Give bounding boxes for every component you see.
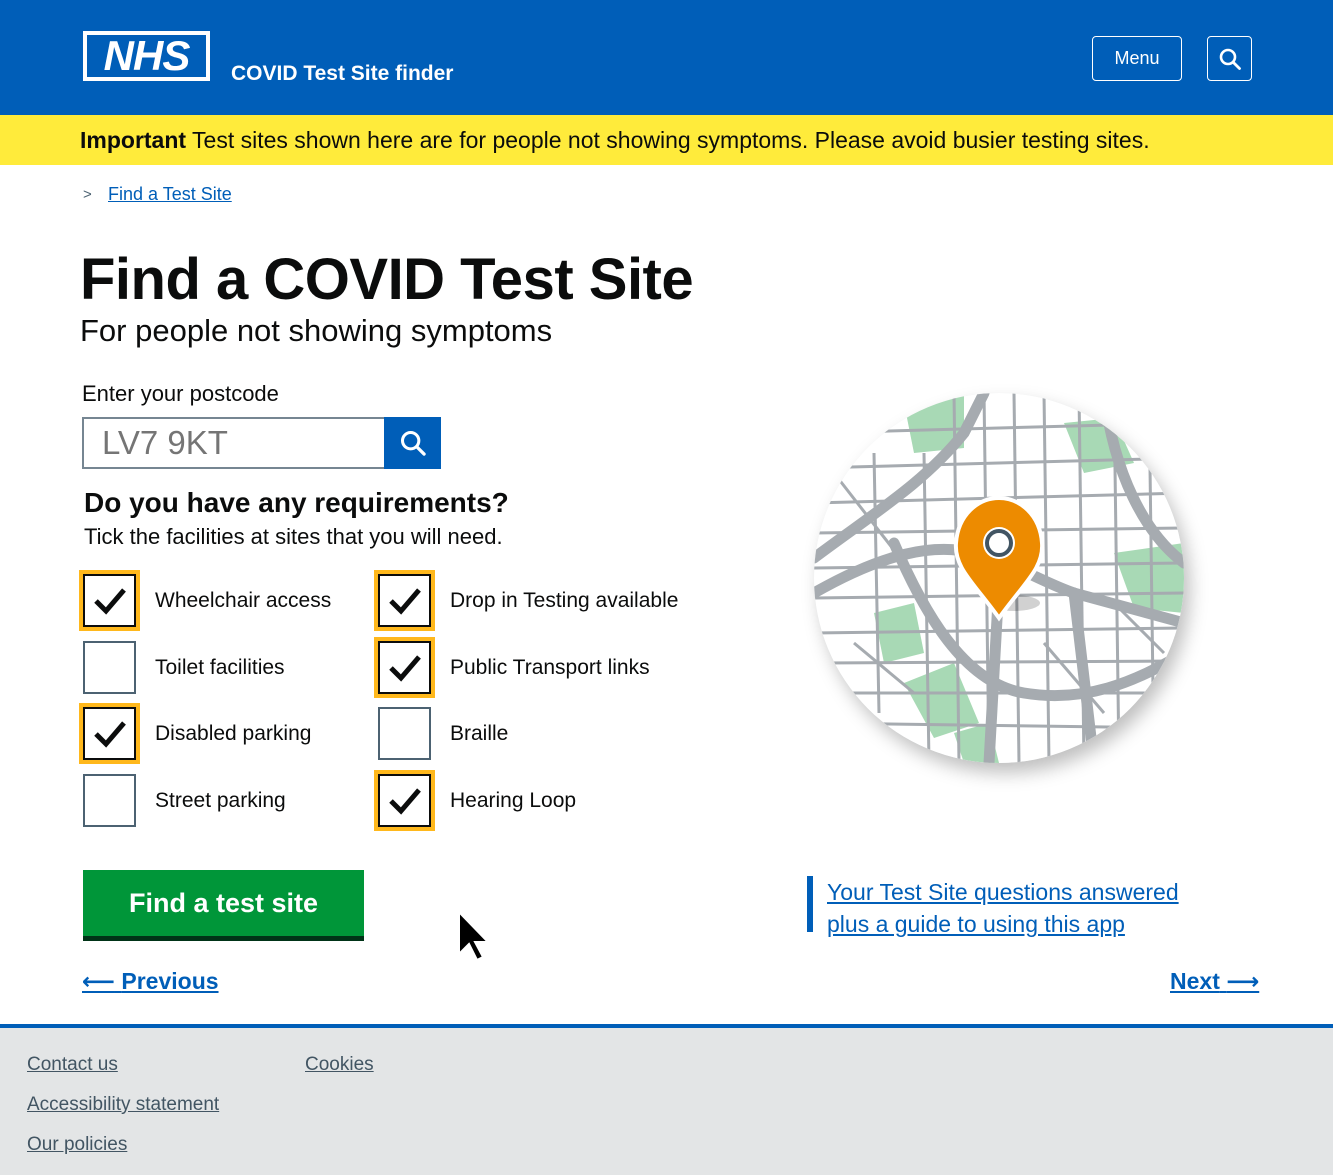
banner-text: Important Test sites shown here are for … (80, 127, 1150, 154)
nhs-logo[interactable]: NHS (83, 31, 210, 81)
checkmark-icon (388, 587, 421, 615)
header-search-button[interactable] (1207, 36, 1252, 81)
footer-link-accessibility[interactable]: Accessibility statement (27, 1094, 219, 1116)
find-test-site-button[interactable]: Find a test site (83, 870, 364, 936)
checkbox-label: Braille (450, 722, 509, 745)
service-name[interactable]: COVID Test Site finder (231, 62, 453, 86)
requirements-hint: Tick the facilities at sites that you wi… (84, 524, 503, 549)
requirements-title: Do you have any requirements? (84, 487, 509, 518)
checkbox-box[interactable] (83, 774, 136, 827)
search-icon (400, 430, 426, 456)
help-link-line1[interactable]: Your Test Site questions answered (827, 876, 1179, 908)
postcode-input[interactable] (82, 417, 385, 469)
checkmark-icon (93, 720, 126, 748)
banner-message: Test sites shown here are for people not… (186, 127, 1150, 153)
site-footer: Contact us Accessibility statement Our p… (0, 1024, 1333, 1175)
breadcrumb-chevron: > (83, 186, 92, 203)
page-subtitle: For people not showing symptoms (80, 313, 553, 348)
map-illustration (814, 393, 1184, 763)
checkmark-icon (93, 587, 126, 615)
footer-link-cookies[interactable]: Cookies (305, 1054, 374, 1076)
footer-link-policies[interactable]: Our policies (27, 1134, 127, 1156)
checkbox-box[interactable] (83, 641, 136, 694)
breadcrumb-link[interactable]: Find a Test Site (108, 184, 232, 205)
checkbox-box[interactable] (378, 774, 431, 827)
next-link[interactable]: Next ⟶ (1170, 968, 1259, 995)
arrow-left-icon: ⟵ (82, 968, 115, 994)
checkbox-box[interactable] (378, 707, 431, 760)
checkbox-label: Hearing Loop (450, 789, 577, 812)
banner-strong: Important (80, 127, 187, 153)
nhs-logo-text: NHS (87, 35, 206, 77)
postcode-search-button[interactable] (384, 417, 441, 469)
map-graphic (814, 393, 1184, 763)
footer-link-contact[interactable]: Contact us (27, 1054, 118, 1076)
checkmark-icon (388, 787, 421, 815)
site-header: NHS COVID Test Site finder Menu (0, 0, 1333, 115)
checkbox-label: Disabled parking (155, 722, 312, 745)
checkbox-box[interactable] (378, 574, 431, 627)
previous-link[interactable]: ⟵ Previous (82, 968, 219, 995)
checkbox-label: Public Transport links (450, 656, 650, 679)
checkbox-label: Toilet facilities (155, 656, 285, 679)
menu-button[interactable]: Menu (1092, 36, 1182, 81)
checkbox-box[interactable] (83, 707, 136, 760)
arrow-right-icon: ⟶ (1226, 968, 1260, 994)
important-banner: Important Test sites shown here are for … (0, 115, 1333, 165)
checkbox-label: Wheelchair access (155, 589, 332, 612)
previous-label: Previous (121, 968, 219, 994)
postcode-label: Enter your postcode (82, 381, 279, 406)
next-label: Next (1170, 968, 1220, 994)
checkbox-box[interactable] (83, 574, 136, 627)
checkbox-label: Drop in Testing available (450, 589, 679, 612)
page-title: Find a COVID Test Site (80, 247, 694, 312)
mouse-cursor-icon (458, 910, 491, 962)
checkmark-icon (388, 654, 421, 682)
checkbox-box[interactable] (378, 641, 431, 694)
checkbox-label: Street parking (155, 789, 286, 812)
search-icon (1219, 48, 1241, 70)
help-link-line2[interactable]: plus a guide to using this app (827, 908, 1179, 940)
help-inset: Your Test Site questions answered plus a… (807, 876, 1179, 937)
